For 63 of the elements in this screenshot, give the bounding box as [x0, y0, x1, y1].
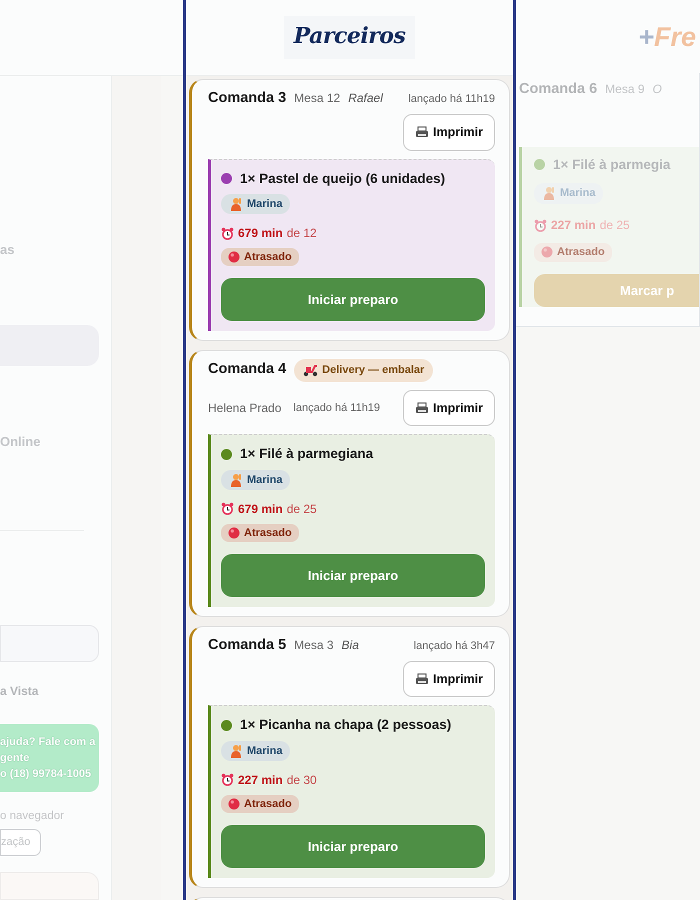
alarm-clock-icon	[221, 502, 234, 516]
item-name: 1× Picanha na chapa (2 pessoas)	[240, 716, 452, 734]
start-button[interactable]: Iniciar preparo	[221, 554, 485, 597]
alarm-clock-icon	[221, 226, 234, 240]
person-icon	[229, 744, 243, 758]
elapsed-time: 679 min	[238, 225, 283, 242]
status-badge: Atrasado	[534, 243, 612, 262]
help-text: gente	[0, 751, 30, 766]
printer-icon	[414, 126, 429, 138]
table-label: Mesa 12	[294, 90, 340, 107]
target-time: de 25	[286, 500, 317, 518]
ball-icon	[228, 526, 240, 539]
print-button[interactable]: Imprimir	[402, 660, 495, 698]
elapsed-time: 227 min	[551, 217, 596, 234]
customer-name: Helena Prado	[208, 400, 282, 417]
start-button[interactable]: Iniciar preparo	[221, 278, 485, 321]
alarm-clock-icon	[534, 218, 547, 232]
ball-icon	[228, 798, 240, 810]
waiter-name: O	[652, 81, 662, 98]
person-icon	[542, 186, 556, 200]
person-icon	[229, 472, 243, 487]
target-time: de 12	[286, 225, 317, 242]
elapsed-time: 227 min	[238, 772, 283, 789]
sidebar-heading: a Vista	[0, 683, 40, 700]
ball-icon	[541, 246, 553, 258]
printer-icon	[414, 402, 429, 414]
person-icon	[229, 197, 243, 211]
order-title: Comanda 3	[208, 89, 286, 108]
print-button[interactable]: Imprimir	[402, 114, 495, 150]
order-tag: Delivery — embalar	[294, 359, 434, 382]
status-badge: Atrasado	[221, 794, 299, 813]
scooter-icon	[303, 364, 318, 377]
target-time: de 30	[286, 772, 317, 789]
launch-time: lançado há 11h19	[408, 92, 495, 107]
launch-time: lançado há 3h47	[414, 638, 495, 654]
waiter-name: Rafael	[348, 90, 383, 107]
ball-icon	[228, 251, 240, 263]
table-label: Mesa 9	[605, 81, 645, 98]
item-name: 1× Filé à parmegiana	[240, 445, 374, 464]
table-label: Mesa 3	[294, 636, 334, 654]
printer-icon	[414, 672, 429, 685]
order-title: Comanda 6	[519, 80, 598, 99]
brand-logo: Parceiros	[284, 16, 416, 59]
order-title: Comanda 4	[208, 360, 286, 380]
item-name: 1× Filé à parmegia	[553, 156, 670, 174]
print-button[interactable]: Imprimir	[402, 390, 495, 426]
cook-tag: Marina	[221, 194, 290, 214]
help-text: ajuda? Fale com a	[0, 735, 96, 750]
brand-logo: +Fre	[638, 21, 696, 54]
target-time: de 25	[600, 217, 630, 234]
status-badge: Atrasado	[221, 524, 299, 542]
item-name: 1× Pastel de queijo (6 unidades)	[240, 170, 446, 188]
cook-tag: Marina	[221, 470, 290, 490]
cook-tag: Marina	[221, 740, 290, 761]
launch-time: lançado há 11h19	[293, 400, 380, 416]
alarm-clock-icon	[221, 773, 234, 786]
cook-tag: Marina	[534, 183, 604, 204]
help-text: o (18) 99784-1005	[0, 767, 92, 782]
order-title: Comanda 5	[208, 636, 286, 655]
status-badge: Atrasado	[221, 248, 299, 266]
elapsed-time: 679 min	[238, 500, 283, 518]
start-button[interactable]: Iniciar preparo	[221, 824, 485, 868]
waiter-name: Bia	[342, 636, 359, 654]
